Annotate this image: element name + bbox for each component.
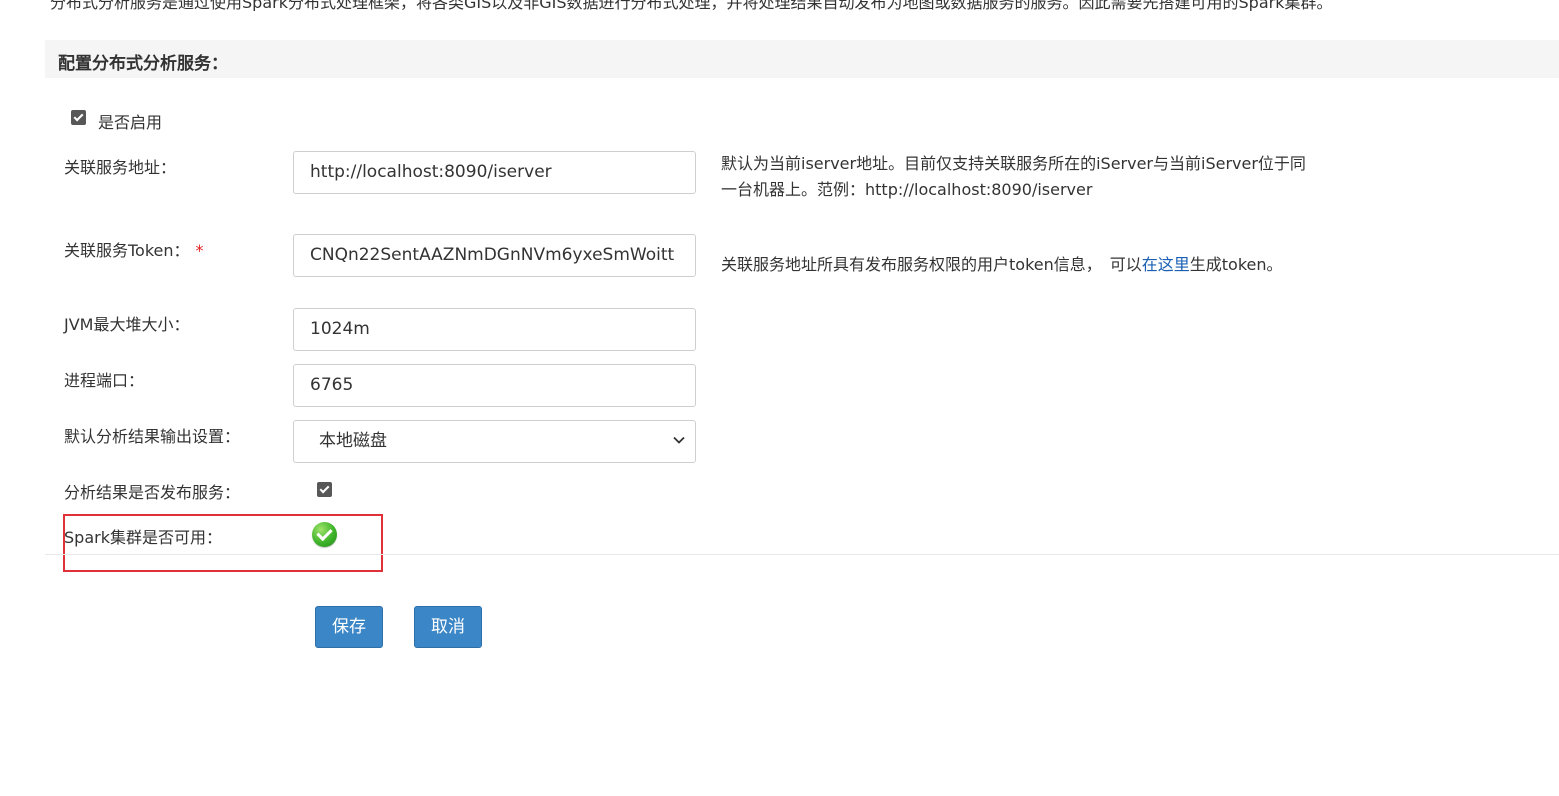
divider (45, 554, 1559, 555)
enable-label: 是否启用 (98, 113, 163, 132)
publish-service-checkbox[interactable] (317, 482, 332, 497)
service-token-label-text: 关联服务Token： (64, 241, 190, 260)
save-button[interactable]: 保存 (315, 606, 383, 648)
service-token-input[interactable]: CNQn22SentAAZNmDGnNVm6yxeSmWoitt (293, 234, 696, 277)
required-mark: * (195, 241, 204, 260)
section-title: 配置分布式分析服务： (58, 54, 228, 74)
publish-service-label: 分析结果是否发布服务： (64, 483, 241, 502)
output-setting-selected: 本地磁盘 (319, 431, 387, 451)
service-address-help: 默认为当前iserver地址。目前仅支持关联服务所在的iServer与当前iSe… (721, 151, 1306, 203)
service-address-help-line1: 默认为当前iserver地址。目前仅支持关联服务所在的iServer与当前iSe… (721, 154, 1306, 173)
generate-token-link[interactable]: 在这里 (1142, 255, 1190, 274)
output-setting-label: 默认分析结果输出设置： (64, 427, 241, 446)
cancel-button[interactable]: 取消 (414, 606, 482, 648)
service-token-help-suffix: 生成token。 (1189, 255, 1283, 274)
service-address-input[interactable]: http://localhost:8090/iserver (293, 151, 696, 194)
service-token-label: 关联服务Token： * (64, 237, 204, 261)
process-port-label: 进程端口： (64, 371, 145, 390)
service-token-help-prefix: 关联服务地址所具有发布服务权限的用户token信息， 可以 (721, 255, 1142, 274)
chevron-down-icon (673, 436, 685, 444)
jvm-heap-label: JVM最大堆大小： (64, 315, 190, 334)
enable-checkbox[interactable] (71, 110, 86, 125)
section-header: 配置分布式分析服务： (45, 40, 1559, 78)
highlight-box (63, 514, 383, 572)
output-setting-select[interactable]: 本地磁盘 (293, 420, 696, 463)
process-port-input[interactable]: 6765 (293, 364, 696, 407)
service-address-label: 关联服务地址： (64, 158, 177, 177)
jvm-heap-input[interactable]: 1024m (293, 308, 696, 351)
service-address-help-line2: 一台机器上。范例：http://localhost:8090/iserver (721, 180, 1093, 199)
service-token-help: 关联服务地址所具有发布服务权限的用户token信息， 可以在这里生成token。 (721, 252, 1283, 278)
intro-text: 分布式分析服务是通过使用Spark分布式处理框架，将各类GIS以及非GIS数据进… (50, 0, 1333, 11)
